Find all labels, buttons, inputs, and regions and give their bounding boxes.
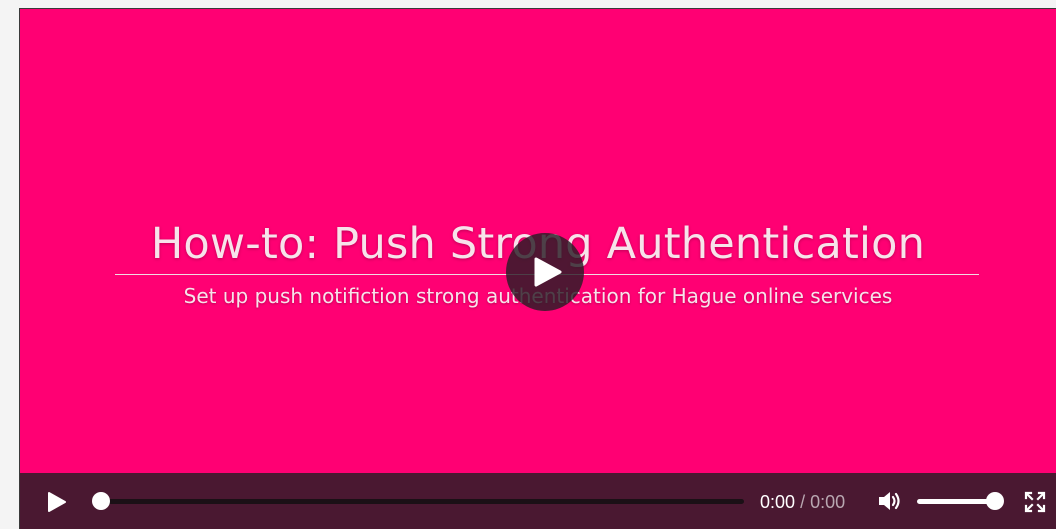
volume-fill [917, 499, 995, 504]
fullscreen-button[interactable] [1024, 491, 1046, 513]
play-button[interactable] [46, 491, 68, 513]
control-bar: 0:00 / 0:00 [20, 473, 1056, 529]
play-icon [534, 257, 562, 287]
current-time: 0:00 [760, 492, 796, 512]
fullscreen-icon [1024, 491, 1046, 513]
time-display: 0:00 / 0:00 [760, 492, 845, 513]
volume-handle[interactable] [986, 492, 1004, 510]
mute-button[interactable] [877, 489, 903, 513]
volume-slider[interactable] [917, 499, 995, 504]
progress-handle[interactable] [92, 492, 110, 510]
time-separator: / [800, 492, 806, 512]
big-play-button[interactable] [506, 233, 584, 311]
progress-bar[interactable] [100, 499, 744, 504]
play-icon [48, 492, 66, 512]
duration: 0:00 [810, 492, 846, 512]
volume-icon [879, 492, 900, 510]
video-player[interactable]: How-to: Push Strong Authentication Set u… [19, 8, 1056, 529]
